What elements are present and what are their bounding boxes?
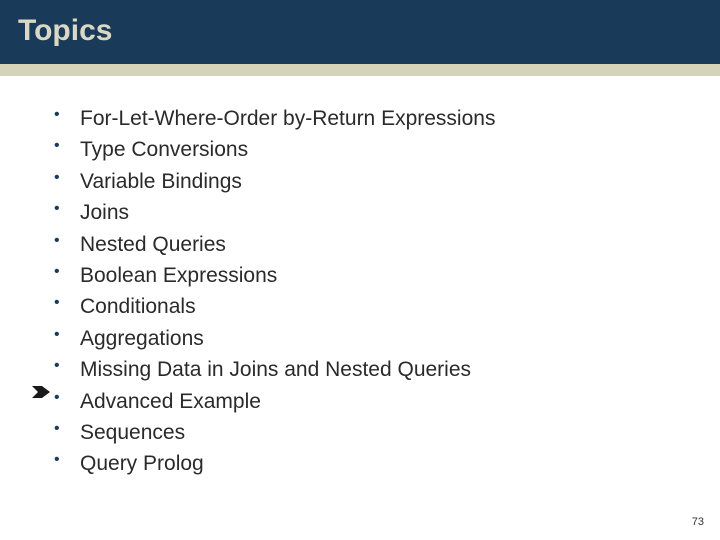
list-item: • Boolean Expressions: [52, 261, 668, 290]
current-topic-marker-icon: [32, 386, 50, 398]
slide-title: Topics: [18, 14, 702, 48]
list-item: • Query Prolog: [52, 449, 668, 478]
bullet-icon: •: [52, 387, 80, 409]
topic-text: Aggregations: [80, 324, 204, 353]
list-item: • Nested Queries: [52, 230, 668, 259]
topic-text: Sequences: [80, 418, 185, 447]
list-item: • Joins: [52, 198, 668, 227]
list-item: • Conditionals: [52, 292, 668, 321]
page-number: 73: [692, 516, 704, 528]
bullet-icon: •: [52, 292, 80, 314]
topic-text: Nested Queries: [80, 230, 226, 259]
list-item: • Aggregations: [52, 324, 668, 353]
bullet-icon: •: [52, 198, 80, 220]
topic-text: Type Conversions: [80, 135, 248, 164]
topic-text: Variable Bindings: [80, 167, 242, 196]
topic-text: For-Let-Where-Order by-Return Expression…: [80, 104, 495, 133]
topic-text: Advanced Example: [80, 387, 261, 416]
slide-header: Topics: [0, 0, 720, 64]
bullet-icon: •: [52, 449, 80, 471]
topic-text: Joins: [80, 198, 129, 227]
header-stripe: [0, 64, 720, 76]
list-item: • Advanced Example: [52, 387, 668, 416]
bullet-icon: •: [52, 418, 80, 440]
bullet-icon: •: [52, 261, 80, 283]
bullet-icon: •: [52, 324, 80, 346]
list-item: • Sequences: [52, 418, 668, 447]
topic-list: • For-Let-Where-Order by-Return Expressi…: [52, 104, 668, 479]
bullet-icon: •: [52, 355, 80, 377]
bullet-icon: •: [52, 167, 80, 189]
topic-text: Missing Data in Joins and Nested Queries: [80, 355, 471, 384]
list-item: • Variable Bindings: [52, 167, 668, 196]
list-item: • Type Conversions: [52, 135, 668, 164]
list-item: • For-Let-Where-Order by-Return Expressi…: [52, 104, 668, 133]
topic-text: Boolean Expressions: [80, 261, 277, 290]
bullet-icon: •: [52, 230, 80, 252]
list-item: • Missing Data in Joins and Nested Queri…: [52, 355, 668, 384]
slide-content: • For-Let-Where-Order by-Return Expressi…: [0, 76, 720, 479]
topic-text: Conditionals: [80, 292, 196, 321]
topic-text: Query Prolog: [80, 449, 204, 478]
bullet-icon: •: [52, 135, 80, 157]
bullet-icon: •: [52, 104, 80, 126]
